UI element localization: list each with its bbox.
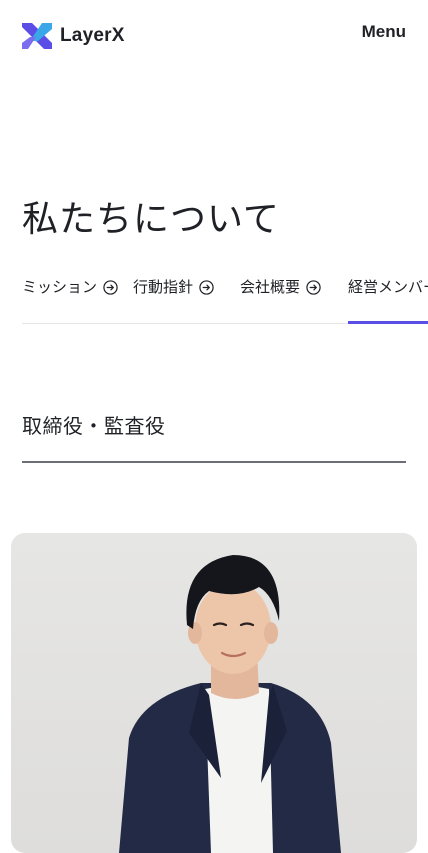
menu-button[interactable]: Menu xyxy=(362,22,406,42)
arrow-circle-right-icon xyxy=(306,280,321,295)
section-divider xyxy=(22,461,406,463)
tab-values-label: 行動指針 xyxy=(133,278,194,296)
logo-text: LayerX xyxy=(60,25,125,46)
tab-management-members[interactable]: 経営メンバー xyxy=(348,276,428,324)
logo-link[interactable]: LayerX xyxy=(22,22,125,50)
tab-management-members-label: 経営メンバー xyxy=(348,278,428,296)
section-tabs: ミッション 行動指針 会社概要 経営メンバー xyxy=(0,268,428,324)
tab-company-profile-label: 会社概要 xyxy=(240,278,301,296)
arrow-circle-right-icon xyxy=(103,280,118,295)
tab-mission-label: ミッション xyxy=(22,278,98,296)
tab-values[interactable]: 行動指針 xyxy=(133,276,214,324)
active-tab-indicator xyxy=(348,321,428,324)
tab-mission[interactable]: ミッション xyxy=(22,276,118,324)
arrow-circle-right-icon xyxy=(199,280,214,295)
section-heading: 取締役・監査役 xyxy=(22,414,166,438)
layerx-logo-icon xyxy=(22,23,52,49)
member-photo-card[interactable] xyxy=(11,533,417,853)
tab-company-profile[interactable]: 会社概要 xyxy=(240,276,321,324)
page-title: 私たちについて xyxy=(22,199,280,240)
member-portrait-image xyxy=(119,555,341,853)
site-header: LayerX Menu xyxy=(0,0,428,72)
